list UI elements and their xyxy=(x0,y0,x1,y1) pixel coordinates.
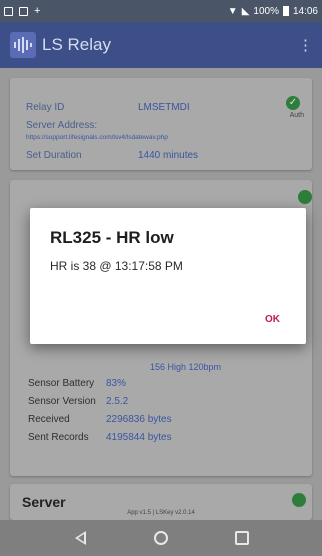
app-version-text: App v1.5 | LSKey v2.0.14 xyxy=(127,510,195,516)
hr-threshold-value: 156 High 120bpm xyxy=(150,362,222,372)
info-value: 2296836 bytes xyxy=(106,414,172,425)
home-icon xyxy=(153,531,168,545)
battery-icon xyxy=(282,6,289,16)
dialog-title: RL325 - HR low xyxy=(50,228,174,247)
server-card[interactable]: Server App v1.5 | LSKey v2.0.14 xyxy=(10,484,312,520)
wifi-icon: ▼ xyxy=(227,5,238,17)
alert-dialog: RL325 - HR low HR is 38 @ 13:17:58 PM OK xyxy=(30,208,306,344)
server-address-label: Server Address: xyxy=(26,120,98,131)
status-icons-left: + xyxy=(4,4,41,17)
server-address-value: https://support.lifesignals.com/lsv4/lsd… xyxy=(26,134,168,141)
navigation-bar xyxy=(0,520,322,556)
ok-button[interactable]: OK xyxy=(265,314,280,325)
info-value: 4195844 bytes xyxy=(106,432,172,443)
overflow-menu-icon[interactable]: ⋮ xyxy=(298,36,313,54)
notification-icon-2 xyxy=(19,6,28,16)
relay-id-label: Relay ID xyxy=(26,102,65,113)
back-button[interactable] xyxy=(68,526,92,550)
relay-info-card: Relay ID LMSETMDI ✓ Auth Server Address:… xyxy=(10,78,312,170)
home-button[interactable] xyxy=(149,526,173,550)
clock: 14:06 xyxy=(292,5,318,17)
battery-percent: 100% xyxy=(253,5,279,17)
dialog-message: HR is 38 @ 13:17:58 PM xyxy=(50,259,183,273)
info-key: Received xyxy=(28,414,70,425)
notification-icon xyxy=(4,6,13,16)
set-duration-label: Set Duration xyxy=(26,150,82,161)
plus-icon: + xyxy=(34,4,41,17)
info-row: Sensor Battery 83% xyxy=(28,378,126,389)
info-row: Sent Records 4195844 bytes xyxy=(28,432,172,443)
info-key: Sent Records xyxy=(28,432,89,443)
set-duration-value: 1440 minutes xyxy=(138,150,199,161)
server-card-title: Server xyxy=(22,494,66,510)
server-status-icon xyxy=(292,493,306,507)
relay-id-value: LMSETMDI xyxy=(138,102,190,113)
recents-button[interactable] xyxy=(230,526,254,550)
status-bar: + ▼ ◣ 100% 14:06 xyxy=(0,0,322,22)
app-logo-icon xyxy=(10,32,36,58)
status-icons-right: ▼ ◣ 100% 14:06 xyxy=(228,6,318,17)
info-value: 83% xyxy=(106,378,127,389)
info-row: Received 2296836 bytes xyxy=(28,414,172,425)
device-status-icon xyxy=(298,190,312,204)
recents-icon xyxy=(234,531,249,545)
app-bar: LS Relay ⋮ xyxy=(0,22,322,68)
info-value: 2.5.2 xyxy=(106,396,129,407)
signal-icon: ◣ xyxy=(241,5,250,17)
back-icon xyxy=(74,531,86,545)
info-key: Sensor Battery xyxy=(28,378,95,389)
auth-status-icon: ✓ xyxy=(286,96,300,110)
app-title: LS Relay xyxy=(42,35,111,54)
info-key: Sensor Version xyxy=(28,396,96,407)
info-row: Sensor Version 2.5.2 xyxy=(28,396,128,407)
auth-label: Auth xyxy=(289,112,304,119)
